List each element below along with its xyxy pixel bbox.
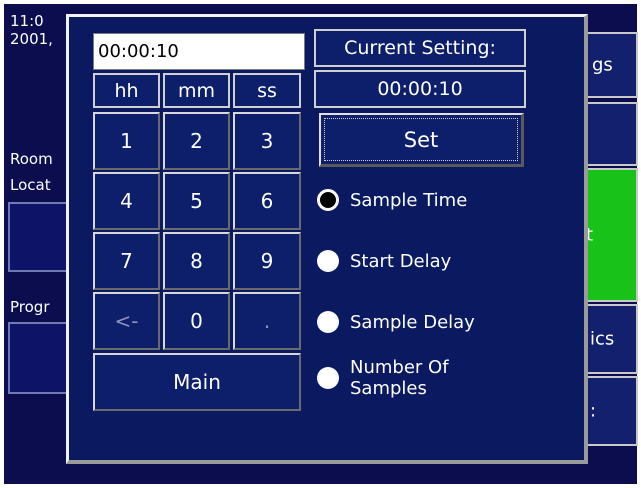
time-setting-dialog: 00:00:10 hh mm ss 1 2 3 4 5 6 7 8 9 <- 0… (66, 14, 588, 464)
key-0[interactable]: 0 (163, 292, 230, 350)
location-field[interactable] (8, 202, 70, 272)
clock-date: 2001, (10, 30, 53, 48)
program-field[interactable] (8, 322, 70, 394)
radio-sample-time-label: Sample Time (350, 189, 468, 211)
radio-number-of-samples-label: Number Of Samples (350, 357, 449, 399)
key-4[interactable]: 4 (93, 172, 160, 230)
decimal-key[interactable]: . (233, 292, 301, 350)
backspace-key[interactable]: <- (93, 292, 160, 350)
key-6[interactable]: 6 (233, 172, 301, 230)
location-label: Locat (10, 176, 51, 194)
set-button[interactable]: Set (319, 113, 524, 167)
key-9[interactable]: 9 (233, 232, 301, 290)
key-5[interactable]: 5 (163, 172, 230, 230)
radio-selected-icon[interactable] (317, 189, 339, 211)
radio-unselected-icon[interactable] (317, 367, 339, 389)
seconds-header: ss (233, 73, 301, 108)
radio-start-delay[interactable]: Start Delay (317, 250, 451, 272)
key-8[interactable]: 8 (163, 232, 230, 290)
radio-start-delay-label: Start Delay (350, 250, 452, 272)
current-setting-label: Current Setting: (314, 29, 526, 67)
clock-time: 11:0 (10, 12, 44, 30)
key-2[interactable]: 2 (163, 112, 230, 170)
program-label: Progr (10, 298, 50, 316)
time-entry-field[interactable]: 00:00:10 (93, 33, 305, 70)
hours-header: hh (93, 73, 160, 108)
focus-indicator (324, 118, 518, 161)
minutes-header: mm (163, 73, 230, 108)
room-label: Room (10, 150, 53, 168)
radio-sample-delay-label: Sample Delay (350, 311, 475, 333)
key-7[interactable]: 7 (93, 232, 160, 290)
main-button[interactable]: Main (93, 353, 301, 411)
radio-sample-delay[interactable]: Sample Delay (317, 311, 475, 333)
radio-sample-time[interactable]: Sample Time (317, 189, 467, 211)
radio-unselected-icon[interactable] (317, 311, 339, 333)
current-setting-value: 00:00:10 (314, 70, 526, 108)
radio-unselected-icon[interactable] (317, 250, 339, 272)
key-1[interactable]: 1 (93, 112, 160, 170)
radio-number-of-samples[interactable]: Number Of Samples (317, 357, 449, 399)
key-3[interactable]: 3 (233, 112, 301, 170)
